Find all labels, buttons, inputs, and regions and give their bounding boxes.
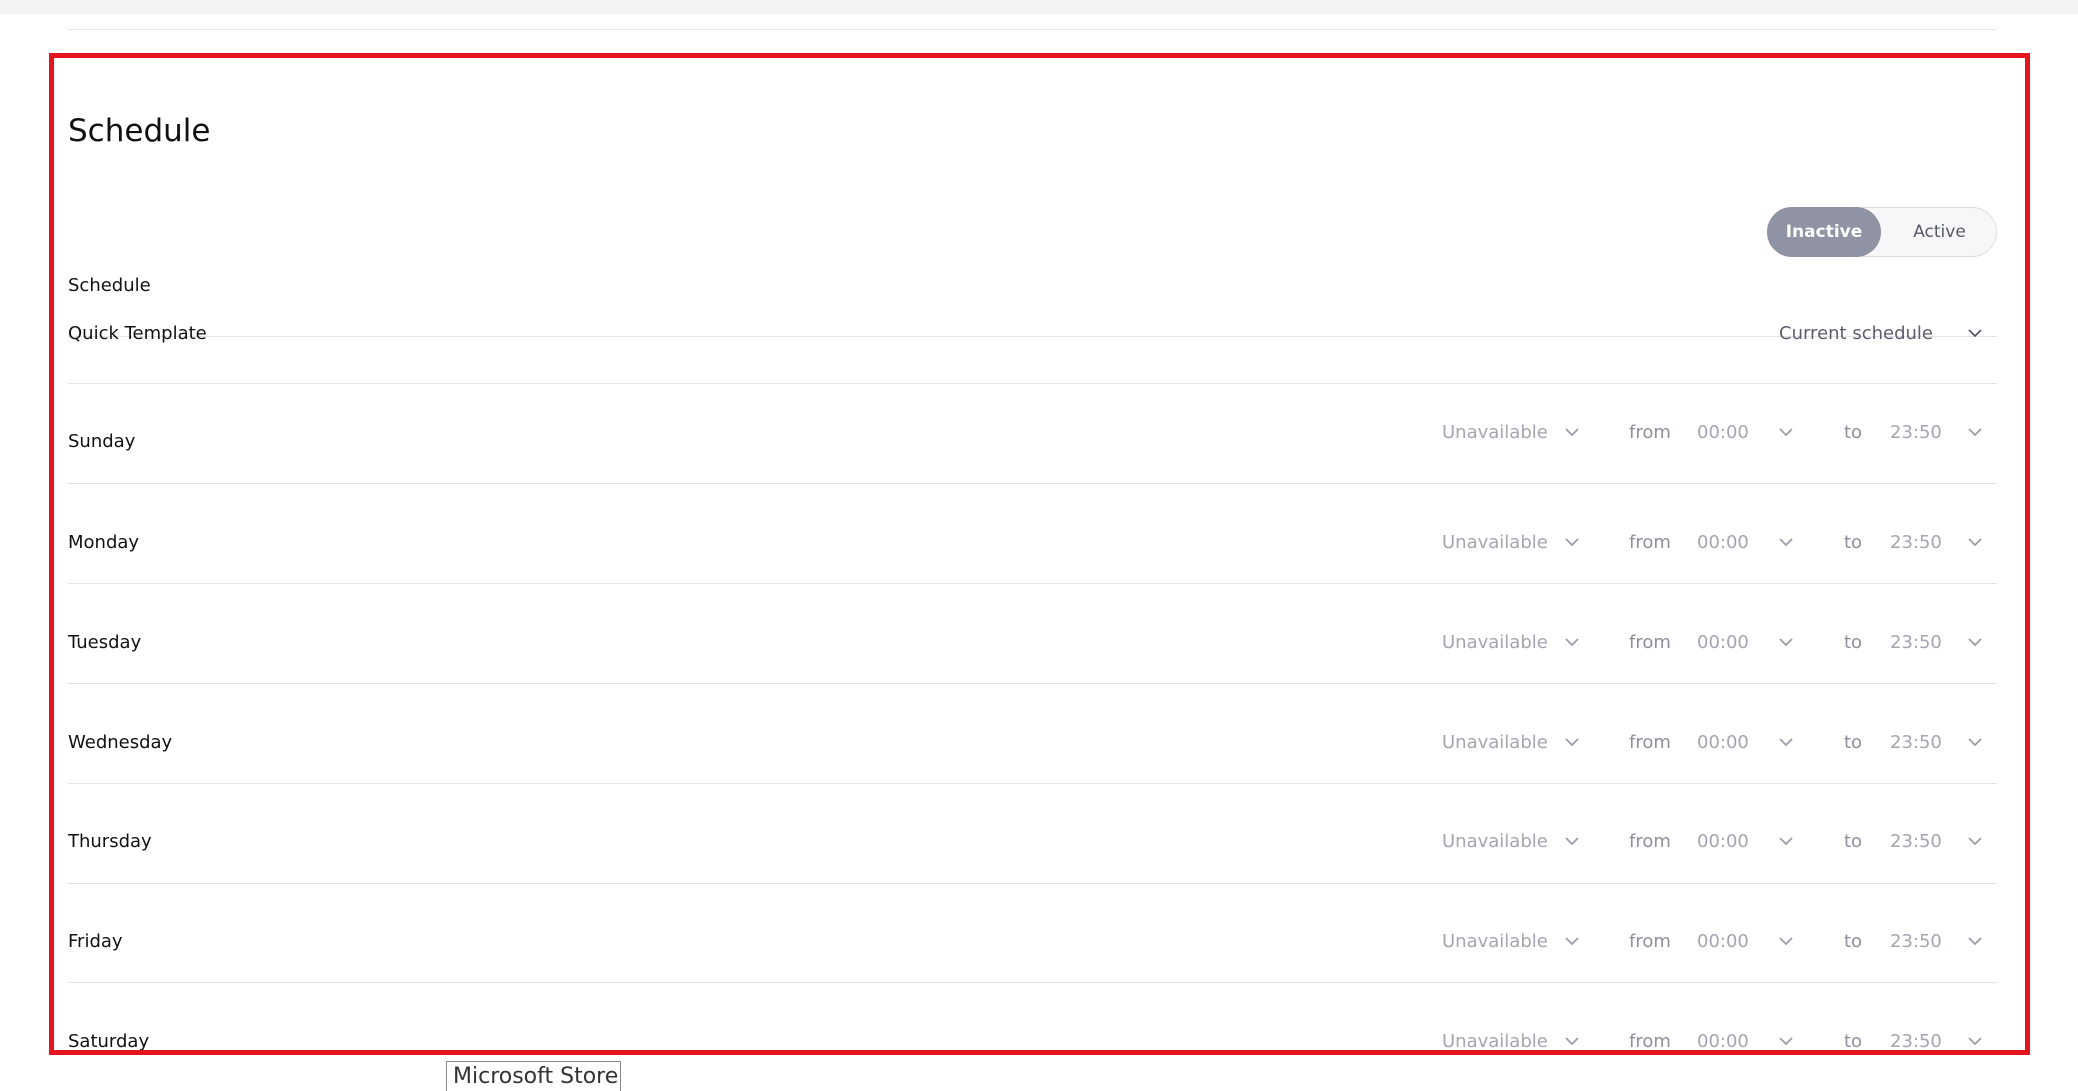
highlight-frame — [49, 53, 2030, 1055]
top-bar — [0, 0, 2078, 14]
divider — [68, 29, 1997, 30]
tooltip: Microsoft Store — [446, 1061, 621, 1091]
